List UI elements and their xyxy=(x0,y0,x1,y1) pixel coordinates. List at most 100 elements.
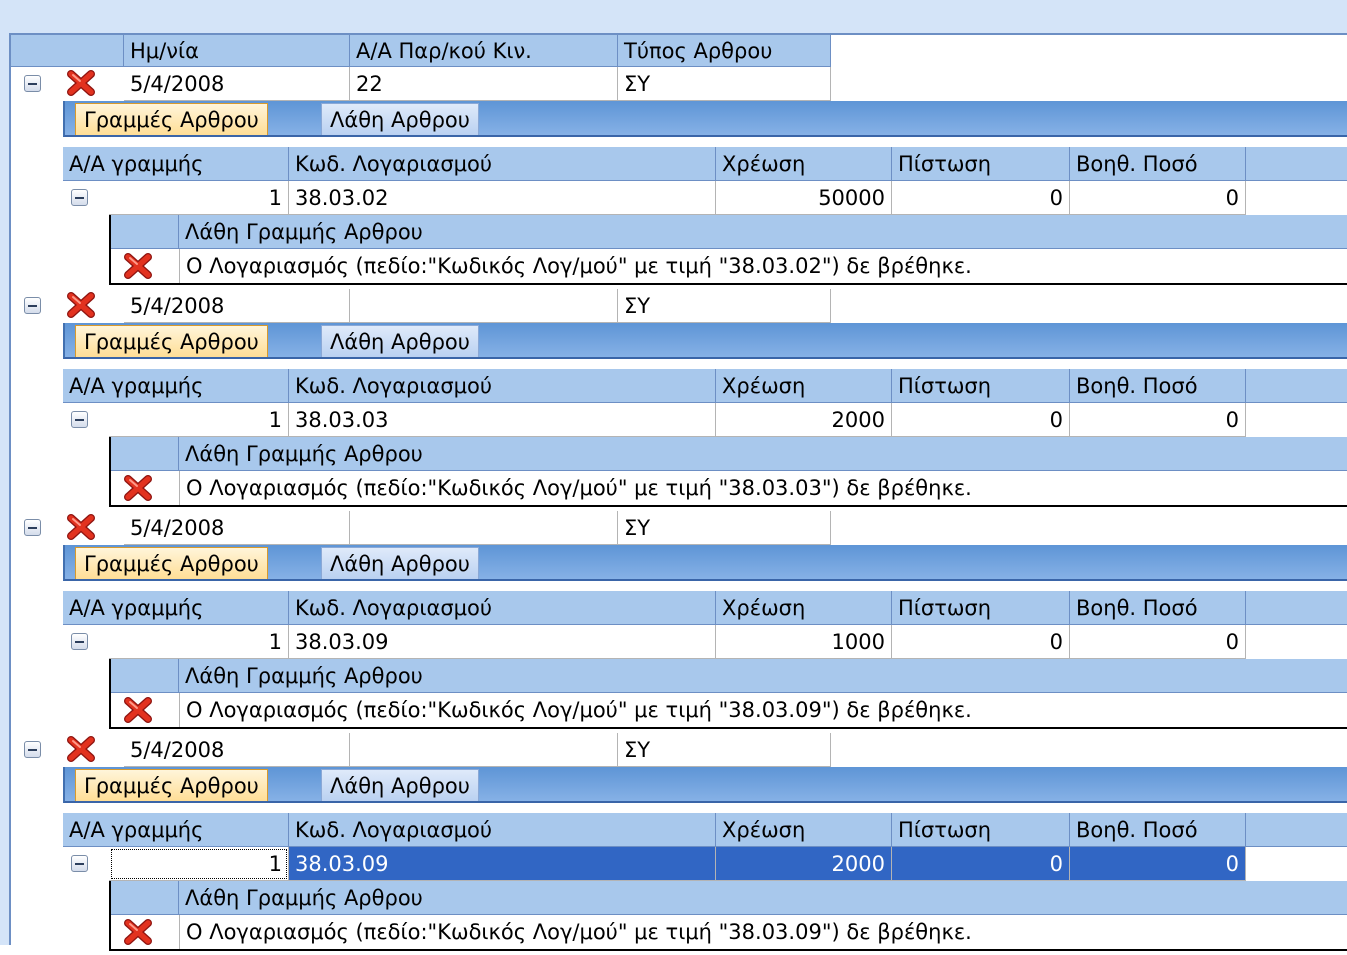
article-type-cell[interactable]: ΣΥ xyxy=(618,733,831,767)
account-code-cell[interactable]: 38.03.09 xyxy=(289,847,716,881)
error-header[interactable]: Λάθη Γραμμής Αρθρου xyxy=(179,881,1347,915)
tab-article-lines[interactable]: Γραμμές Αρθρου xyxy=(75,325,268,357)
detail-row[interactable]: 1 38.03.09 2000 0 0 xyxy=(63,847,1347,881)
column-header-debit[interactable]: Χρέωση xyxy=(716,813,892,847)
debit-cell[interactable]: 1000 xyxy=(716,625,892,659)
detail-row[interactable]: 1 38.03.02 50000 0 0 xyxy=(63,181,1347,215)
column-header-account-code[interactable]: Κωδ. Λογαριασμού xyxy=(289,369,716,403)
account-code-cell[interactable]: 38.03.03 xyxy=(289,403,716,437)
column-header-credit[interactable]: Πίστωση xyxy=(892,813,1070,847)
aux-amount-cell[interactable]: 0 xyxy=(1070,181,1246,215)
column-header-line-aa[interactable]: Α/Α γραμμής xyxy=(63,147,289,181)
article-type-cell[interactable]: ΣΥ xyxy=(618,511,831,545)
column-header-account-code[interactable]: Κωδ. Λογαριασμού xyxy=(289,591,716,625)
aa-parkou-cell[interactable] xyxy=(350,733,618,767)
date-cell[interactable]: 5/4/2008 xyxy=(124,733,350,767)
detail-row[interactable]: 1 38.03.03 2000 0 0 xyxy=(63,403,1347,437)
date-cell[interactable]: 5/4/2008 xyxy=(124,289,350,323)
line-aa-cell[interactable]: 1 xyxy=(109,181,289,215)
column-header-line-aa[interactable]: Α/Α γραμμής xyxy=(63,369,289,403)
collapse-icon[interactable] xyxy=(71,189,88,206)
collapse-icon[interactable] xyxy=(71,411,88,428)
aux-amount-cell[interactable]: 0 xyxy=(1070,625,1246,659)
column-header-date[interactable]: Ημ/νία xyxy=(124,35,350,67)
column-header-line-aa[interactable]: Α/Α γραμμής xyxy=(63,591,289,625)
error-indent-header xyxy=(111,215,179,249)
credit-cell[interactable]: 0 xyxy=(892,625,1070,659)
collapse-icon[interactable] xyxy=(71,633,88,650)
tab-article-errors[interactable]: Λάθη Αρθρου xyxy=(321,547,479,579)
detail-header-row: Α/Α γραμμής Κωδ. Λογαριασμού Χρέωση Πίστ… xyxy=(63,591,1347,625)
master-row[interactable]: 5/4/2008 ΣΥ xyxy=(11,511,1347,545)
tab-article-lines[interactable]: Γραμμές Αρθρου xyxy=(75,103,268,135)
collapse-icon[interactable] xyxy=(24,297,41,314)
detail-row[interactable]: 1 38.03.09 1000 0 0 xyxy=(63,625,1347,659)
error-row[interactable]: Ο Λογαριασμός (πεδίο:"Κωδικός Λογ/μού" μ… xyxy=(109,249,1347,285)
article-type-cell[interactable]: ΣΥ xyxy=(618,289,831,323)
master-row[interactable]: 5/4/2008 ΣΥ xyxy=(11,289,1347,323)
column-header-account-code[interactable]: Κωδ. Λογαριασμού xyxy=(289,813,716,847)
column-header-account-code[interactable]: Κωδ. Λογαριασμού xyxy=(289,147,716,181)
collapse-icon[interactable] xyxy=(24,75,41,92)
error-row[interactable]: Ο Λογαριασμός (πεδίο:"Κωδικός Λογ/μού" μ… xyxy=(109,693,1347,729)
tab-article-lines[interactable]: Γραμμές Αρθρου xyxy=(75,547,268,579)
error-message[interactable]: Ο Λογαριασμός (πεδίο:"Κωδικός Λογ/μού" μ… xyxy=(179,471,1347,505)
column-header-credit[interactable]: Πίστωση xyxy=(892,591,1070,625)
error-message[interactable]: Ο Λογαριασμός (πεδίο:"Κωδικός Λογ/μού" μ… xyxy=(179,693,1347,727)
column-header-aux-amount[interactable]: Βοηθ. Ποσό xyxy=(1070,591,1246,625)
error-row[interactable]: Ο Λογαριασμός (πεδίο:"Κωδικός Λογ/μού" μ… xyxy=(109,471,1347,507)
master-row[interactable]: 5/4/2008 22 ΣΥ xyxy=(11,67,1347,101)
credit-cell[interactable]: 0 xyxy=(892,403,1070,437)
debit-cell[interactable]: 50000 xyxy=(716,181,892,215)
date-cell[interactable]: 5/4/2008 xyxy=(124,511,350,545)
credit-cell[interactable]: 0 xyxy=(892,847,1070,881)
error-message[interactable]: Ο Λογαριασμός (πεδίο:"Κωδικός Λογ/μού" μ… xyxy=(179,915,1347,949)
line-aa-cell[interactable]: 1 xyxy=(109,625,289,659)
date-cell[interactable]: 5/4/2008 xyxy=(124,67,350,101)
column-header-debit[interactable]: Χρέωση xyxy=(716,147,892,181)
account-code-cell[interactable]: 38.03.02 xyxy=(289,181,716,215)
aa-parkou-cell[interactable] xyxy=(350,289,618,323)
line-aa-cell[interactable]: 1 xyxy=(109,847,289,881)
column-header-debit[interactable]: Χρέωση xyxy=(716,591,892,625)
column-header-aa-parkou[interactable]: Α/Α Παρ/κού Κιν. xyxy=(350,35,618,67)
detail-header-filler xyxy=(1246,369,1347,403)
aux-amount-cell[interactable]: 0 xyxy=(1070,847,1246,881)
tab-article-lines[interactable]: Γραμμές Αρθρου xyxy=(75,769,268,801)
error-icon xyxy=(123,919,153,950)
aux-amount-cell[interactable]: 0 xyxy=(1070,403,1246,437)
aa-parkou-cell[interactable] xyxy=(350,511,618,545)
credit-cell[interactable]: 0 xyxy=(892,181,1070,215)
debit-cell[interactable]: 2000 xyxy=(716,403,892,437)
tab-article-errors[interactable]: Λάθη Αρθρου xyxy=(321,103,479,135)
error-row[interactable]: Ο Λογαριασμός (πεδίο:"Κωδικός Λογ/μού" μ… xyxy=(109,915,1347,951)
collapse-icon[interactable] xyxy=(24,741,41,758)
tab-article-errors[interactable]: Λάθη Αρθρου xyxy=(321,769,479,801)
collapse-icon[interactable] xyxy=(71,855,88,872)
master-indent-header xyxy=(11,35,124,67)
column-header-debit[interactable]: Χρέωση xyxy=(716,369,892,403)
line-aa-cell[interactable]: 1 xyxy=(109,403,289,437)
error-header[interactable]: Λάθη Γραμμής Αρθρου xyxy=(179,659,1347,693)
article-block: 5/4/2008 ΣΥ Γραμμές Αρθρου Λάθη Αρθρου Α… xyxy=(11,511,1347,733)
account-code-cell[interactable]: 38.03.09 xyxy=(289,625,716,659)
column-header-aux-amount[interactable]: Βοηθ. Ποσό xyxy=(1070,147,1246,181)
aa-parkou-cell[interactable]: 22 xyxy=(350,67,618,101)
article-type-cell[interactable]: ΣΥ xyxy=(618,67,831,101)
collapse-icon[interactable] xyxy=(24,519,41,536)
column-header-credit[interactable]: Πίστωση xyxy=(892,369,1070,403)
column-header-aux-amount[interactable]: Βοηθ. Ποσό xyxy=(1070,813,1246,847)
column-header-credit[interactable]: Πίστωση xyxy=(892,147,1070,181)
debit-cell[interactable]: 2000 xyxy=(716,847,892,881)
detail-header-row: Α/Α γραμμής Κωδ. Λογαριασμού Χρέωση Πίστ… xyxy=(63,147,1347,181)
detail-tabstrip: Γραμμές Αρθρου Λάθη Αρθρου xyxy=(63,101,1347,137)
error-message[interactable]: Ο Λογαριασμός (πεδίο:"Κωδικός Λογ/μού" μ… xyxy=(179,249,1347,283)
column-header-line-aa[interactable]: Α/Α γραμμής xyxy=(63,813,289,847)
error-header[interactable]: Λάθη Γραμμής Αρθρου xyxy=(179,437,1347,471)
error-icon xyxy=(66,70,96,101)
column-header-aux-amount[interactable]: Βοηθ. Ποσό xyxy=(1070,369,1246,403)
master-row[interactable]: 5/4/2008 ΣΥ xyxy=(11,733,1347,767)
error-header[interactable]: Λάθη Γραμμής Αρθρου xyxy=(179,215,1347,249)
column-header-article-type[interactable]: Τύπος Αρθρου xyxy=(618,35,831,67)
tab-article-errors[interactable]: Λάθη Αρθρου xyxy=(321,325,479,357)
